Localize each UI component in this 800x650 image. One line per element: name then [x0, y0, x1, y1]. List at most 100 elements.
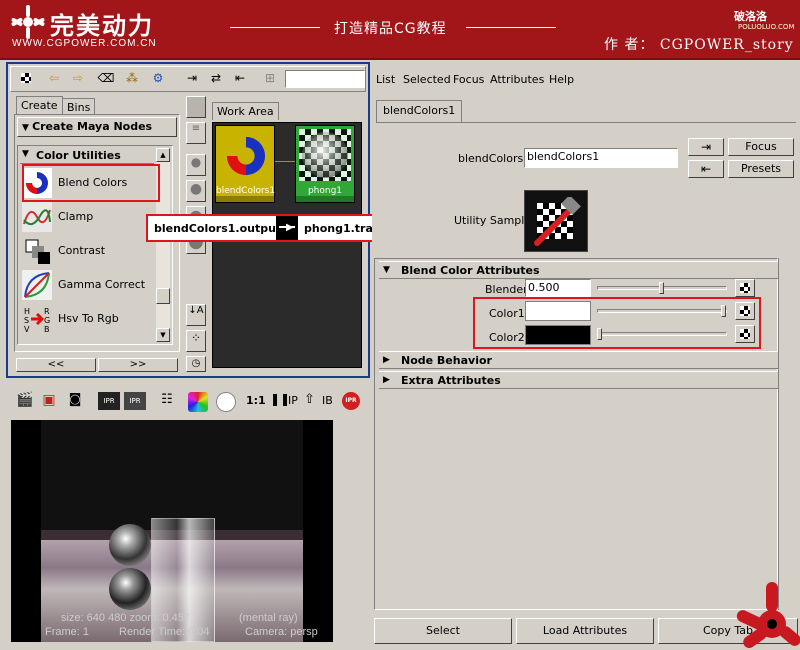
- work-node-phong1[interactable]: phong1: [295, 125, 355, 203]
- graph-input-icon[interactable]: ⇥: [181, 68, 203, 88]
- node-label: Contrast: [58, 244, 106, 257]
- scroll-down-icon[interactable]: ▼: [156, 328, 170, 342]
- load-attributes-button[interactable]: Load Attributes: [516, 618, 654, 644]
- select-button[interactable]: Select: [374, 618, 512, 644]
- node-name-label: blendColors:: [458, 152, 527, 165]
- presets-button[interactable]: Presets: [728, 160, 794, 178]
- output-connections-icon[interactable]: ⇤: [688, 160, 724, 178]
- node-hsv-to-rgb[interactable]: H S V R G B Hsv To Rgb: [18, 302, 168, 336]
- expand-down-icon: ▼: [383, 265, 390, 275]
- clock-icon[interactable]: ◷: [186, 356, 206, 372]
- arrow-left-icon[interactable]: ⇦: [43, 68, 65, 88]
- svg-text:H: H: [24, 307, 30, 316]
- ipr-stop-icon[interactable]: IPR: [342, 392, 360, 410]
- render-sphere-bottom: [109, 568, 151, 610]
- node-name-field[interactable]: blendColors1: [524, 148, 678, 168]
- work-node-blendcolors1[interactable]: blendColors1: [215, 125, 275, 203]
- section-title: Extra Attributes: [401, 374, 501, 387]
- highlight-blend-colors: [22, 164, 160, 202]
- menu-focus[interactable]: Focus: [453, 73, 484, 86]
- work-node-ports[interactable]: [296, 196, 354, 202]
- arrow-right-icon[interactable]: ⇨: [67, 68, 89, 88]
- sphere-medium-icon[interactable]: ●: [186, 180, 206, 202]
- tab-blendcolors1[interactable]: blendColors1: [376, 100, 463, 122]
- connection-from: blendColors1.output: [154, 222, 282, 235]
- utility-sample-label: Utility Sample: [454, 214, 532, 227]
- attribute-scrollbar[interactable]: [778, 258, 798, 610]
- zoom-ratio[interactable]: 1:1: [246, 394, 266, 407]
- render-sphere-top: [109, 524, 151, 566]
- render-hud-renderer: (mental ray): [239, 612, 298, 624]
- tab-create[interactable]: Create: [16, 96, 63, 114]
- render-image[interactable]: size: 640 480 zoom: 0.457 (mental ray) F…: [11, 420, 333, 642]
- arrow-right-icon: ▶: [286, 222, 294, 233]
- blender-field[interactable]: 0.500: [525, 279, 591, 297]
- node-label: Hsv To Rgb: [58, 312, 119, 325]
- upload-icon[interactable]: ⇧: [304, 392, 315, 407]
- graph-network-icon[interactable]: ⚙: [147, 68, 169, 88]
- checker-icon[interactable]: [15, 68, 37, 88]
- sort-type-icon[interactable]: ⁘: [186, 330, 206, 352]
- sort-az-icon[interactable]: ↓A: [186, 304, 206, 326]
- render-view-panel: 🎬 ▣ ◙ IPR IPR ☷ 1:1 ❚❚ IP ⇧ IB IPR size:…: [6, 384, 370, 648]
- nav-next-button[interactable]: >>: [98, 358, 178, 372]
- view-swatch-large-icon[interactable]: [186, 96, 206, 118]
- graph-inout-icon[interactable]: ⇄: [205, 68, 227, 88]
- menu-selected[interactable]: Selected: [403, 73, 451, 86]
- ipr-refresh-icon[interactable]: IPR: [124, 392, 146, 410]
- section-extra-attributes[interactable]: ▶ Extra Attributes: [379, 371, 779, 389]
- ip-label[interactable]: IP: [288, 394, 298, 407]
- blender-slider-thumb[interactable]: [659, 282, 664, 294]
- clapper-render-icon[interactable]: 🎬: [14, 390, 36, 410]
- nav-prev-button[interactable]: <<: [16, 358, 96, 372]
- render-globals-icon[interactable]: ☷: [156, 390, 178, 410]
- section-title: Node Behavior: [401, 354, 492, 367]
- ib-label[interactable]: IB: [322, 394, 333, 407]
- category-header[interactable]: ▼ Color Utilities: [20, 148, 154, 164]
- hsv-to-rgb-icon: H S V R G B: [22, 304, 52, 334]
- connection-line: [275, 161, 295, 162]
- graph-nodes-icon[interactable]: ⁂: [121, 68, 143, 88]
- menu-list[interactable]: List: [376, 73, 395, 86]
- tab-divider: [376, 122, 796, 123]
- rgb-channels-icon[interactable]: [188, 392, 208, 412]
- category-label: Color Utilities: [36, 149, 121, 162]
- cgpower-logo-icon: [11, 5, 45, 39]
- focus-button[interactable]: Focus: [728, 138, 794, 156]
- menu-help[interactable]: Help: [549, 73, 574, 86]
- menu-attributes[interactable]: Attributes: [490, 73, 544, 86]
- section-node-behavior[interactable]: ▶ Node Behavior: [379, 351, 779, 369]
- alpha-channel-icon[interactable]: [216, 392, 236, 412]
- section-blend-color-attributes[interactable]: ▼ Blend Color Attributes: [379, 261, 779, 279]
- camera-snapshot-icon[interactable]: ◙: [64, 390, 86, 410]
- scroll-thumb[interactable]: [156, 288, 170, 304]
- work-node-label: phong1: [307, 186, 343, 196]
- attribute-scroll-area[interactable]: ▼ Blend Color Attributes Blender 0.500 C…: [374, 258, 779, 610]
- work-area-canvas[interactable]: blendColors1 phong1: [212, 122, 362, 368]
- utility-sample-swatch[interactable]: [524, 190, 588, 252]
- ipr-render-icon[interactable]: IPR: [98, 392, 120, 410]
- watermark-site: 破洛洛: [734, 10, 767, 23]
- tab-bins[interactable]: Bins: [62, 98, 96, 115]
- contrast-icon: [22, 236, 52, 266]
- blender-map-button[interactable]: [735, 279, 755, 297]
- eraser-icon[interactable]: ⌫: [95, 68, 117, 88]
- hypershade-search-field[interactable]: [285, 70, 365, 88]
- dropdown-arrow-icon: ▼: [22, 123, 33, 133]
- create-maya-nodes-header[interactable]: ▼ Create Maya Nodes: [17, 117, 177, 137]
- blender-label: Blender: [485, 283, 528, 296]
- scroll-up-icon[interactable]: ▲: [156, 148, 170, 162]
- collapse-arrow-icon: ▼: [22, 149, 29, 159]
- input-connections-icon[interactable]: ⇥: [688, 138, 724, 156]
- gamma-correct-icon: [22, 270, 52, 300]
- view-list-icon[interactable]: ≡: [186, 122, 206, 144]
- node-gamma-correct[interactable]: Gamma Correct: [18, 268, 168, 302]
- work-node-ports[interactable]: [216, 196, 274, 202]
- hypershade-toolbar: ⇦ ⇨ ⌫ ⁂ ⚙ ⇥ ⇄ ⇤ ⊞: [10, 66, 366, 92]
- tree-icon[interactable]: ⊞: [259, 68, 281, 88]
- hammer-icon: [534, 197, 581, 246]
- clapper-region-icon[interactable]: ▣: [38, 390, 60, 410]
- graph-output-icon[interactable]: ⇤: [229, 68, 251, 88]
- sphere-small-icon[interactable]: ●: [186, 154, 206, 176]
- tab-work-area[interactable]: Work Area: [212, 102, 279, 120]
